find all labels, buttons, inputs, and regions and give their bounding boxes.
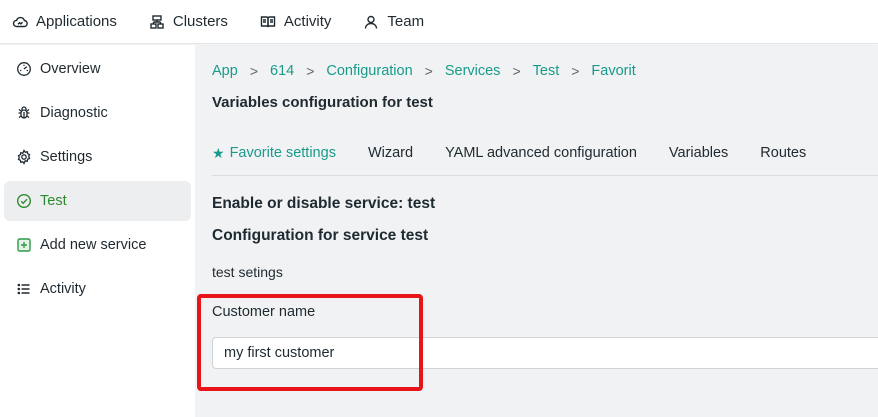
enable-service-heading: Enable or disable service: test (212, 195, 436, 212)
star-icon: ★ (212, 145, 225, 161)
sidebar-item-activity[interactable]: Activity (4, 269, 191, 309)
chevron-right-icon: > (571, 63, 580, 79)
sidebar: Overview Diagnostic Settings Test Add ne… (0, 45, 195, 417)
sidebar-item-label: Activity (40, 281, 86, 297)
tab-label: YAML advanced configuration (445, 145, 637, 161)
nav-team[interactable]: Team (363, 0, 424, 44)
tab-label: Wizard (367, 145, 414, 161)
chevron-right-icon: > (249, 63, 258, 79)
gear-icon (17, 149, 31, 165)
user-icon (365, 15, 378, 29)
sidebar-item-diagnostic[interactable]: Diagnostic (4, 93, 191, 133)
breadcrumb-favorit[interactable]: Favorit (591, 63, 635, 79)
nav-clusters-label: Clusters (172, 13, 228, 30)
sidebar-item-label: Add new service (40, 237, 147, 253)
cloud-icon (12, 16, 28, 27)
configuration-heading: Configuration for service test (212, 227, 429, 244)
sidebar-item-label: Diagnostic (40, 105, 108, 121)
sidebar-item-test[interactable]: Test (4, 181, 191, 221)
nav-activity-label: Activity (283, 13, 332, 30)
breadcrumb-configuration[interactable]: Configuration (326, 63, 412, 79)
tab-label: Routes (760, 145, 807, 161)
nav-team-label: Team (387, 13, 425, 30)
tab-bar: ★ Favorite settings Wizard YAML advanced… (212, 145, 838, 161)
tab-label: Variables (668, 145, 729, 161)
gauge-icon (17, 62, 31, 76)
sidebar-item-add-new-service[interactable]: Add new service (4, 225, 191, 265)
tab-routes[interactable]: Routes (760, 145, 806, 161)
page-title: Variables configuration for test (212, 94, 433, 111)
tab-yaml-advanced-configuration[interactable]: YAML advanced configuration (445, 145, 637, 161)
breadcrumb-services[interactable]: Services (445, 63, 501, 79)
sidebar-item-label: Overview (40, 61, 101, 77)
sidebar-item-label: Test (40, 193, 67, 209)
chevron-right-icon: > (424, 63, 433, 79)
section-label: test setings (212, 264, 283, 280)
chevron-right-icon: > (512, 63, 521, 79)
sidebar-item-label: Settings (40, 149, 93, 165)
customer-name-label: Customer name (212, 304, 316, 320)
sidebar-item-overview[interactable]: Overview (4, 49, 191, 89)
main-content: App > 614 > Configuration > Services > T… (195, 45, 878, 417)
breadcrumb-test[interactable]: Test (533, 63, 560, 79)
breadcrumb: App > 614 > Configuration > Services > T… (212, 63, 636, 79)
plus-square-icon (17, 238, 31, 252)
breadcrumb-app[interactable]: App (212, 63, 238, 79)
nav-applications-label: Applications (36, 13, 117, 30)
tab-variables[interactable]: Variables (669, 145, 728, 161)
nav-clusters[interactable]: Clusters (149, 0, 228, 44)
sidebar-item-settings[interactable]: Settings (4, 137, 191, 177)
check-circle-icon (16, 193, 32, 209)
customer-name-input[interactable] (212, 337, 878, 369)
list-icon (17, 283, 30, 295)
tab-divider (212, 175, 878, 176)
nav-activity[interactable]: Activity (260, 0, 332, 44)
chevron-right-icon: > (306, 63, 315, 79)
tab-favorite-settings[interactable]: ★ Favorite settings (212, 145, 336, 161)
top-navigation: Applications Clusters Activity Team (0, 0, 878, 44)
bug-icon (18, 106, 30, 119)
tab-label: Favorite settings (229, 145, 336, 161)
cluster-icon (150, 14, 164, 29)
tab-wizard[interactable]: Wizard (368, 145, 413, 161)
book-icon (260, 15, 276, 27)
breadcrumb-app-id[interactable]: 614 (270, 63, 294, 79)
nav-applications[interactable]: Applications (12, 0, 117, 44)
